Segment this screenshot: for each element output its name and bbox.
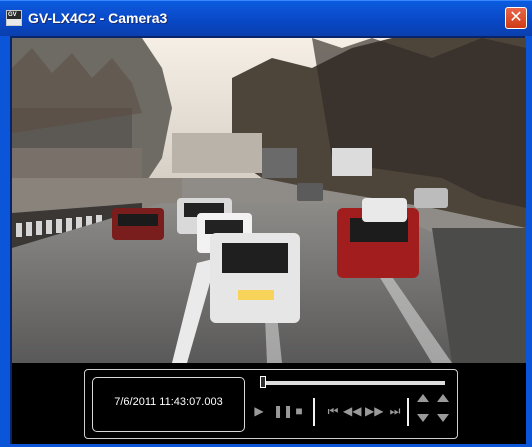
control-separator-1 [313, 398, 315, 426]
pause-button[interactable]: ❚❚ [273, 405, 293, 417]
app-icon: GV [6, 10, 22, 26]
app-icon-label: GV [8, 12, 17, 18]
play-button[interactable]: ▶ [253, 405, 265, 417]
speed-down-icon[interactable] [417, 414, 429, 422]
rewind-button[interactable]: ◀◀ [343, 405, 361, 417]
control-separator-2 [407, 398, 409, 426]
application-window: GV GV-LX4C2 - Camera3 ✕ 7/6/2011 11:43:0… [0, 0, 532, 447]
window-title: GV-LX4C2 - Camera3 [28, 10, 168, 26]
timestamp-text: 7/6/2011 11:43:07.003 [114, 396, 223, 408]
progress-slider-thumb[interactable] [260, 376, 266, 388]
progress-slider-track[interactable] [262, 381, 445, 385]
window-frame-left [0, 36, 10, 447]
timestamp-box: 7/6/2011 11:43:07.003 [92, 377, 245, 432]
camera-video-view[interactable] [12, 38, 526, 363]
playback-controls-area: 7/6/2011 11:43:07.003 ▶ ❚❚ ■ ⏮ ◀◀ ▶▶ ⏭ [12, 363, 526, 444]
window-frame-right [525, 36, 532, 447]
first-frame-button[interactable]: ⏮ [325, 405, 341, 417]
fast-forward-button[interactable]: ▶▶ [365, 405, 383, 417]
speed-up-down-control[interactable] [417, 394, 429, 432]
stop-button[interactable]: ■ [293, 405, 305, 417]
zoom-in-icon[interactable] [437, 394, 449, 402]
close-button[interactable]: ✕ [505, 7, 527, 29]
last-frame-button[interactable]: ⏭ [387, 405, 403, 417]
title-bar[interactable]: GV GV-LX4C2 - Camera3 ✕ [0, 0, 532, 36]
zoom-out-icon[interactable] [437, 414, 449, 422]
video-frame-image [12, 38, 526, 363]
speed-up-icon[interactable] [417, 394, 429, 402]
zoom-up-down-control[interactable] [437, 394, 449, 432]
playback-control-panel: 7/6/2011 11:43:07.003 ▶ ❚❚ ■ ⏮ ◀◀ ▶▶ ⏭ [84, 369, 458, 439]
